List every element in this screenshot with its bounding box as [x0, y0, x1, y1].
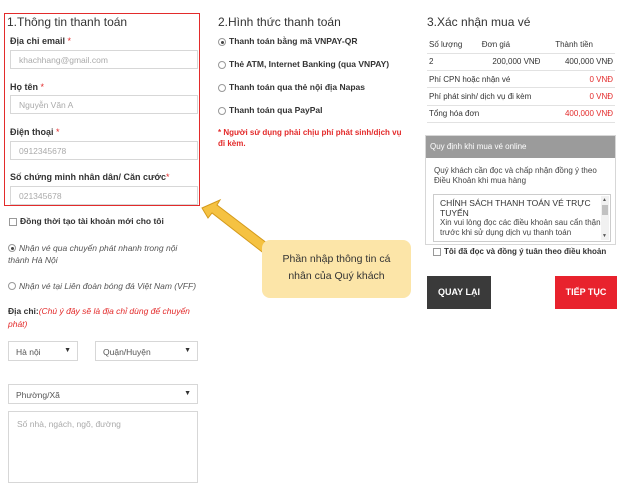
scroll-up-icon[interactable]: ▲ — [602, 197, 607, 203]
create-account-checkbox[interactable] — [9, 218, 17, 226]
delivery-vff-radio[interactable] — [8, 282, 16, 290]
quantity-cell: 2 — [427, 53, 480, 72]
street-address-textarea[interactable]: Số nhà, ngách, ngõ, đường — [8, 411, 198, 483]
name-label: Họ tên * — [10, 82, 45, 92]
rules-panel: Quy định khi mua vé online Quý khách cần… — [425, 135, 616, 245]
table-header: Số lượng — [427, 36, 480, 54]
callout-text-line2: nhân của Quý khách — [288, 270, 385, 282]
cpn-fee-value: 0 VNĐ — [553, 70, 615, 89]
payment-atm-label: Thẻ ATM, Internet Banking (qua VNPAY) — [229, 59, 390, 69]
payment-vnpay-qr-radio[interactable] — [218, 38, 226, 46]
continue-button[interactable]: TIẾP TỤC — [555, 276, 617, 309]
section-title-payment-method: 2.Hình thức thanh toán — [218, 15, 341, 29]
payment-paypal-radio[interactable] — [218, 107, 226, 115]
id-number-field[interactable]: 021345678 — [10, 186, 198, 205]
address-label: Địa chỉ:(Chú ý đây sẽ là địa chỉ dùng để… — [8, 306, 190, 329]
district-select[interactable]: Quận/Huyện ▼ — [95, 341, 198, 361]
scroll-thumb[interactable] — [602, 205, 608, 215]
payment-napas-label: Thanh toán qua thẻ nội địa Napas — [229, 82, 366, 92]
scrollbar[interactable]: ▲ ▼ — [601, 196, 609, 240]
chevron-down-icon: ▼ — [184, 390, 191, 397]
ward-select[interactable]: Phường/Xã ▼ — [8, 384, 198, 404]
extra-fee-value: 0 VNĐ — [553, 87, 615, 106]
agree-terms-checkbox[interactable] — [433, 248, 441, 256]
payment-paypal-label: Thanh toán qua PayPal — [229, 105, 323, 115]
rules-intro: Quý khách cần đọc và chấp nhận đồng ý th… — [434, 166, 597, 185]
callout-text-line1: Phần nhập thông tin cá — [282, 253, 391, 265]
payment-note: * Người sử dụng phải chịu phí phát sinh/… — [218, 128, 402, 148]
phone-label: Điện thoại * — [10, 127, 60, 137]
chevron-down-icon: ▼ — [184, 347, 191, 354]
phone-field[interactable]: 0912345678 — [10, 141, 198, 160]
table-row: Phí phát sinh/ dịch vụ đi kèm 0 VNĐ — [427, 87, 615, 106]
unit-price-cell: 200,000 VNĐ — [479, 53, 554, 72]
table-header-row: Số lượng Đơn giá Thành tiền — [427, 36, 615, 54]
policy-title: CHÍNH SÁCH THANH TOÁN VÉ TRỰC TUYẾN — [440, 198, 591, 218]
cpn-fee-label: Phí CPN hoặc nhận vé — [427, 70, 554, 89]
city-select[interactable]: Hà nội ▼ — [8, 341, 78, 361]
payment-atm-radio[interactable] — [218, 61, 226, 69]
policy-body: Xin vui lòng đọc các điều khoản sau cẩn … — [440, 218, 601, 237]
back-button[interactable]: QUAY LẠI — [427, 276, 491, 309]
extra-fee-label: Phí phát sinh/ dịch vụ đi kèm — [427, 87, 554, 106]
callout-bubble: Phần nhập thông tin cá nhân của Quý khác… — [262, 240, 411, 298]
id-number-label: Số chứng minh nhân dân/ Căn cước* — [10, 172, 170, 182]
name-field[interactable]: Nguyễn Văn A — [10, 95, 198, 114]
table-row: Tổng hóa đơn 400,000 VNĐ — [427, 105, 615, 123]
rules-scroll-box[interactable]: CHÍNH SÁCH THANH TOÁN VÉ TRỰC TUYẾN Xin … — [433, 194, 611, 242]
section-title-confirm: 3.Xác nhận mua vé — [427, 15, 531, 29]
total-value: 400,000 VNĐ — [553, 105, 615, 123]
table-header: Đơn giá — [479, 36, 554, 54]
email-field[interactable]: khachhang@gmail.com — [10, 50, 198, 69]
scroll-down-icon[interactable]: ▼ — [602, 233, 607, 239]
payment-napas-radio[interactable] — [218, 84, 226, 92]
table-header: Thành tiền — [553, 36, 615, 54]
rules-header: Quy định khi mua vé online — [426, 136, 615, 158]
agree-terms-label: Tôi đã đọc và đồng ý tuân theo điều khoả… — [444, 247, 607, 256]
create-account-label: Đồng thời tạo tài khoản mới cho tôi — [20, 216, 164, 226]
total-label: Tổng hóa đơn — [427, 105, 554, 123]
delivery-vff-label: Nhận vé tại Liên đoàn bóng đá Việt Nam (… — [19, 281, 197, 291]
order-summary-table: Số lượng Đơn giá Thành tiền 2 200,000 VN… — [427, 36, 615, 123]
table-row: Phí CPN hoặc nhận vé 0 VNĐ — [427, 70, 615, 89]
table-row: 2 200,000 VNĐ 400,000 VNĐ — [427, 53, 615, 72]
line-total-cell: 400,000 VNĐ — [553, 53, 615, 72]
delivery-express-label: Nhận vé qua chuyển phát nhanh trong nội … — [8, 243, 178, 265]
payment-vnpay-qr-label: Thanh toán bằng mã VNPAY-QR — [229, 36, 358, 46]
email-label: Địa chỉ email * — [10, 36, 72, 46]
chevron-down-icon: ▼ — [64, 347, 71, 354]
